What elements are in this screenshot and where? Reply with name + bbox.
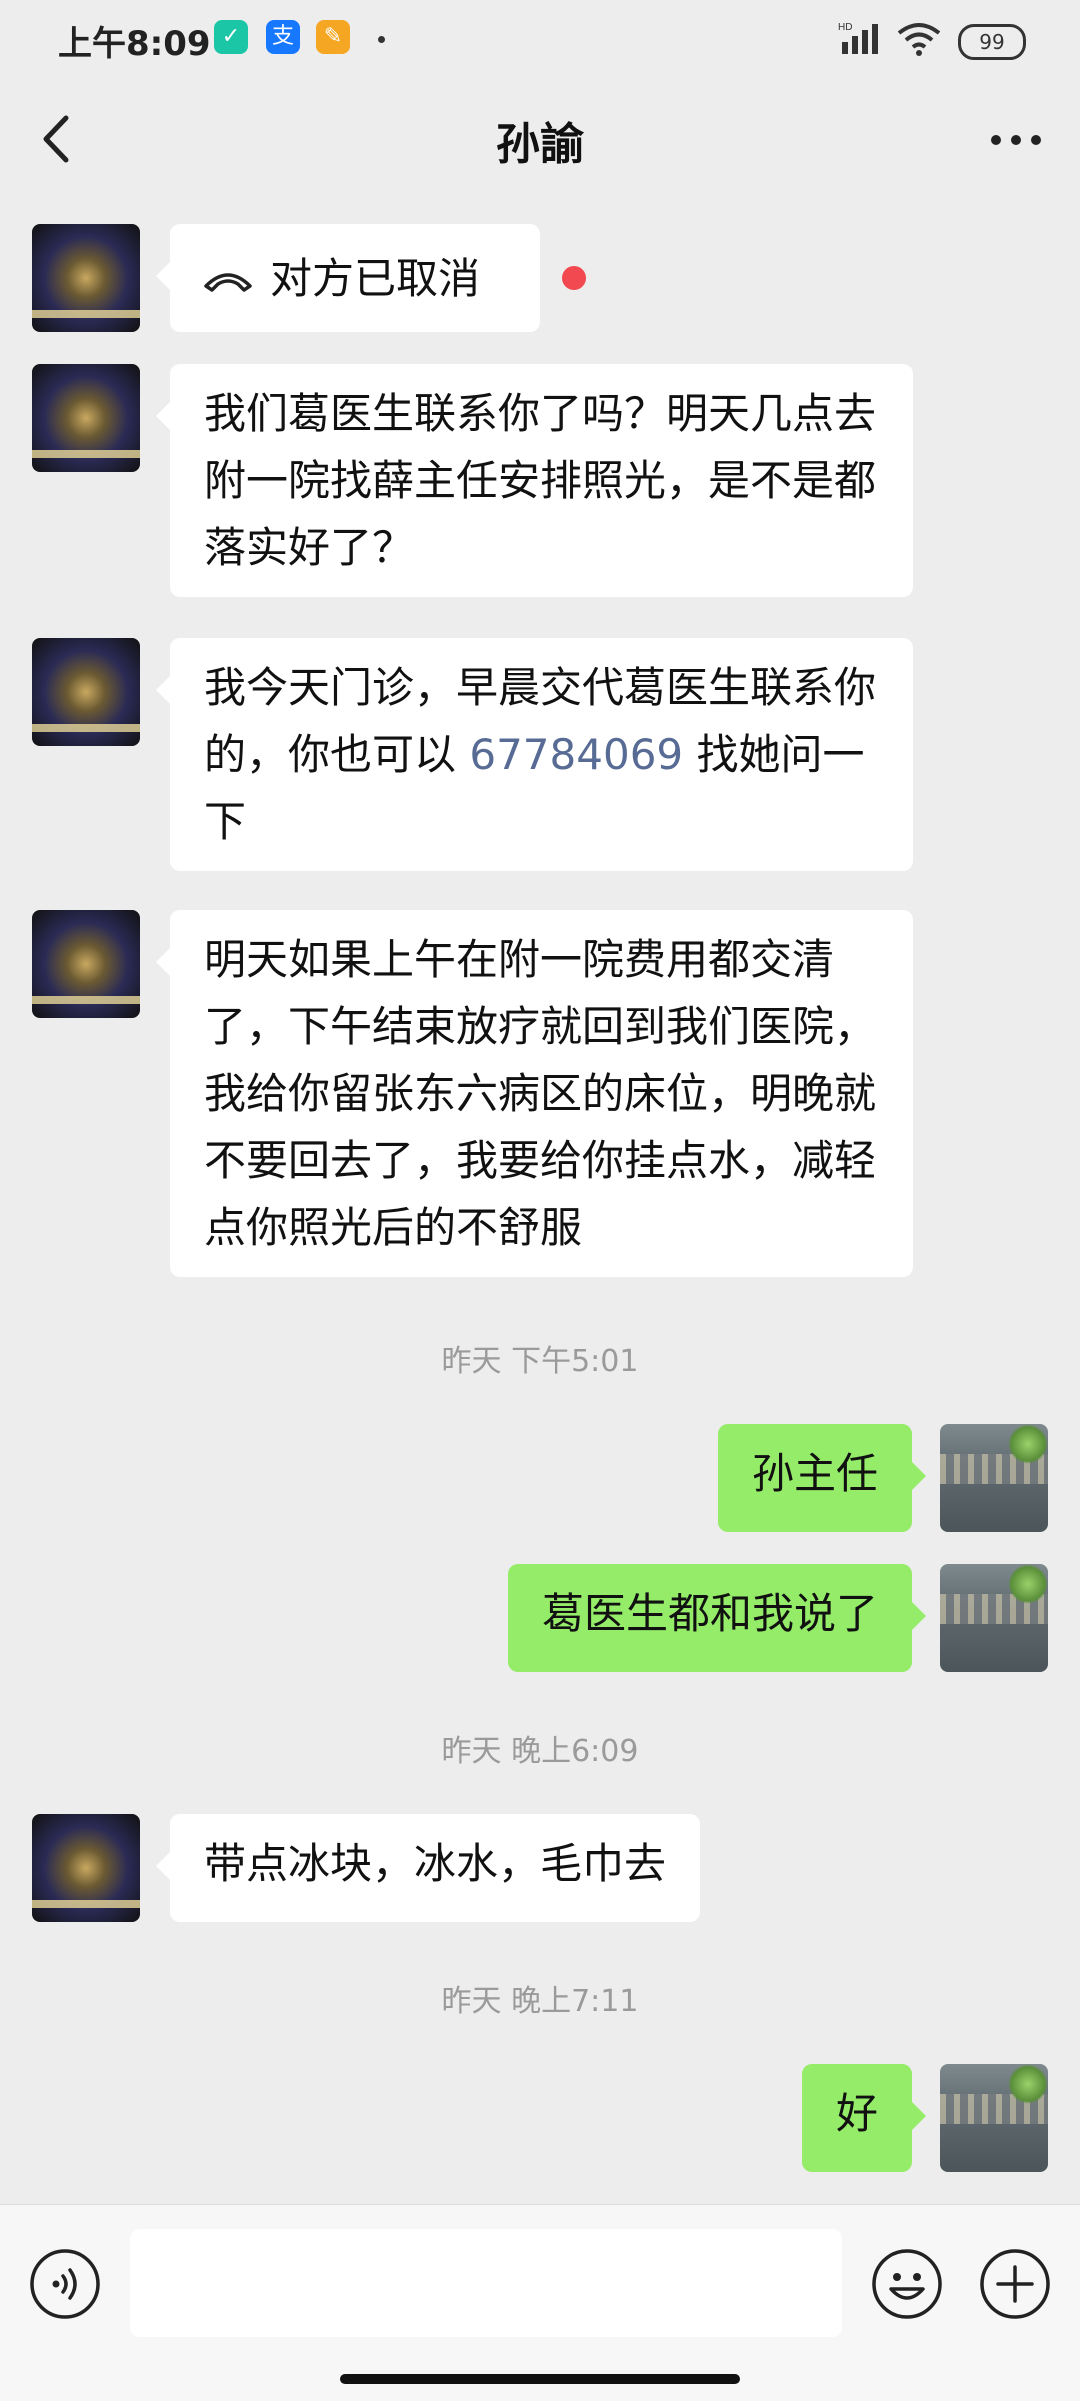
- message-text: 我们葛医生联系你了吗？明天几点去附一院找薛主任安排照光，是不是都落实好了？: [204, 389, 877, 572]
- call-message-bubble[interactable]: 对方已取消: [156, 224, 540, 332]
- svg-text:HD: HD: [838, 22, 852, 33]
- more-icon[interactable]: [986, 120, 1046, 160]
- message-text: 好: [835, 2089, 878, 2138]
- message-timestamp: 昨天 晚上7:11: [441, 1984, 639, 2019]
- contact-avatar[interactable]: [32, 910, 140, 1018]
- page-title: 孙諭: [496, 119, 584, 170]
- message-text: 明天如果上午在附一院费用都交清了，下午结束放疗就回到我们医院，我给你留张东六病区…: [204, 935, 877, 1252]
- contact-avatar[interactable]: [32, 364, 140, 472]
- emoji-icon[interactable]: [870, 2247, 944, 2321]
- phone-number-link[interactable]: 67784069: [469, 730, 683, 779]
- chat-header: 孙諭: [0, 80, 1080, 198]
- incoming-message-bubble[interactable]: 我今天门诊，早晨交代葛医生联系你的，你也可以 67784069 找她问一下: [156, 638, 913, 871]
- outgoing-message-bubble[interactable]: 葛医生都和我说了: [507, 1564, 927, 1672]
- message-input[interactable]: [130, 2229, 842, 2337]
- shield-icon: ✓: [214, 20, 248, 54]
- contact-avatar[interactable]: [32, 638, 140, 746]
- alipay-icon: 支: [266, 20, 300, 54]
- outgoing-message-bubble[interactable]: 孙主任: [717, 1424, 927, 1532]
- message-text: 带点冰块，冰水，毛巾去: [204, 1839, 667, 1888]
- contact-avatar[interactable]: [32, 1814, 140, 1922]
- call-status-text: 对方已取消: [270, 253, 481, 303]
- incoming-message-bubble[interactable]: 明天如果上午在附一院费用都交清了，下午结束放疗就回到我们医院，我给你留张东六病区…: [156, 910, 913, 1277]
- my-avatar[interactable]: [940, 2064, 1048, 2172]
- status-time: 上午8:09: [58, 24, 211, 64]
- call-declined-icon: [204, 273, 252, 292]
- status-bar: 上午8:09 ✓ 支 ✎ HD 99: [0, 0, 1080, 80]
- incoming-message-bubble[interactable]: 我们葛医生联系你了吗？明天几点去附一院找薛主任安排照光，是不是都落实好了？: [156, 364, 913, 597]
- message-timestamp: 昨天 晚上6:09: [441, 1734, 639, 1769]
- unread-dot: [562, 266, 586, 290]
- incoming-message-bubble[interactable]: 带点冰块，冰水，毛巾去: [155, 1814, 701, 1922]
- message-text: 葛医生都和我说了: [541, 1589, 878, 1638]
- signal-icon: HD: [838, 22, 878, 54]
- outgoing-message-bubble[interactable]: 好: [801, 2064, 927, 2172]
- message-text: 孙主任: [751, 1449, 878, 1498]
- home-indicator[interactable]: [340, 2374, 740, 2384]
- wifi-icon: [897, 23, 941, 56]
- plus-icon[interactable]: [978, 2247, 1052, 2321]
- message-timestamp: 昨天 下午5:01: [441, 1344, 639, 1379]
- voice-icon[interactable]: [28, 2247, 102, 2321]
- app-icon: ✎: [316, 20, 350, 54]
- input-bar: [0, 2204, 1080, 2401]
- battery-icon: 99: [958, 24, 1026, 60]
- my-avatar[interactable]: [940, 1424, 1048, 1532]
- my-avatar[interactable]: [940, 1564, 1048, 1672]
- notification-dot: [378, 36, 385, 43]
- contact-avatar[interactable]: [32, 224, 140, 332]
